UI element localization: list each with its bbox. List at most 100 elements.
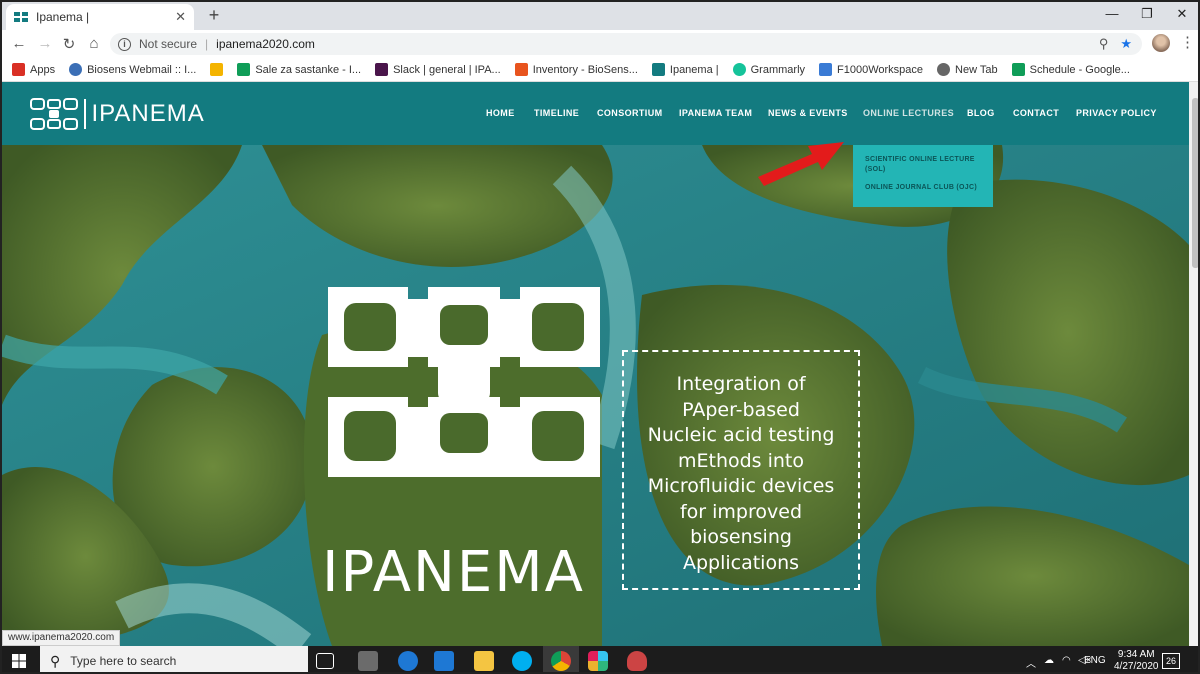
skype-icon[interactable] xyxy=(512,651,532,671)
ipanema-favicon-icon xyxy=(14,12,28,22)
bookmark-item[interactable]: Schedule - Google... xyxy=(1011,63,1130,76)
bookmark-item[interactable]: Biosens Webmail :: I... xyxy=(69,63,196,76)
bookmark-item[interactable] xyxy=(210,63,224,76)
taskbar-search-placeholder: Type here to search xyxy=(70,654,177,668)
search-icon: ⚲ xyxy=(50,652,61,669)
nav-item-news-events[interactable]: NEWS & EVENTS xyxy=(768,108,848,118)
screenshot-frame: Ipanema | ✕ + — ❐ ✕ ← → ↻ ⌂ i Not secure… xyxy=(0,0,1200,674)
mail-icon[interactable] xyxy=(434,651,454,671)
browser-tab[interactable]: Ipanema | ✕ xyxy=(6,4,194,30)
sheets-icon xyxy=(1011,63,1025,76)
nav-item-consortium[interactable]: CONSORTIUM xyxy=(597,108,663,118)
action-center-notification-icon[interactable]: 26 xyxy=(1162,653,1180,669)
bookmark-label: Inventory - BioSens... xyxy=(532,63,638,76)
dropdown-item-ojc[interactable]: ONLINE JOURNAL CLUB (OJC) xyxy=(865,183,981,193)
chrome-icon[interactable] xyxy=(551,651,571,671)
hero-tagline-box: Integration of PAper-based Nucleic acid te… xyxy=(622,350,860,590)
google-drive-icon xyxy=(210,63,224,76)
bookmark-label: F1000Workspace xyxy=(837,63,924,76)
bookmark-label: New Tab xyxy=(955,63,998,76)
zoom-icon[interactable]: ⚲ xyxy=(1099,36,1109,51)
apps-grid-icon xyxy=(12,63,25,76)
nav-item-blog[interactable]: BLOG xyxy=(967,108,995,118)
paint-icon[interactable] xyxy=(627,651,647,671)
nav-item-privacy-policy[interactable]: PRIVACY POLICY xyxy=(1076,108,1157,118)
system-clock[interactable]: 9:34 AM 4/27/2020 xyxy=(1114,649,1159,672)
close-window-button[interactable]: ✕ xyxy=(1172,6,1192,22)
windows-taskbar: ⚲ Type here to search ︿ ☁ ◠ ◁× ENG 9:34 … xyxy=(2,646,1198,672)
maximize-button[interactable]: ❐ xyxy=(1137,6,1157,22)
tagline-line: Nucleic acid testing xyxy=(647,424,835,446)
scrollbar-thumb[interactable] xyxy=(1192,98,1198,268)
bookmark-item[interactable]: Ipanema | xyxy=(651,63,719,76)
profile-avatar[interactable] xyxy=(1152,34,1170,52)
dropdown-item-sol[interactable]: SCIENTIFIC ONLINE LECTURE (SOL) xyxy=(865,155,983,175)
taskbar-search-box[interactable]: ⚲ Type here to search xyxy=(40,646,308,672)
clock-time: 9:34 AM xyxy=(1117,649,1155,660)
webmail-icon xyxy=(69,63,83,76)
bookmark-item[interactable]: Apps xyxy=(12,63,55,76)
security-status: Not secure xyxy=(139,37,198,51)
wifi-icon[interactable]: ◠ xyxy=(1062,655,1071,666)
back-arrow-icon[interactable]: ← xyxy=(10,35,28,52)
show-hidden-icons-icon[interactable]: ︿ xyxy=(1026,655,1036,670)
bookmark-label: Sale za sastanke - I... xyxy=(255,63,362,76)
bookmark-star-icon[interactable]: ★ xyxy=(1120,36,1132,51)
browser-tab-strip: Ipanema | ✕ + — ❐ ✕ xyxy=(2,2,1198,30)
bookmark-label: Slack | general | IPA... xyxy=(393,63,501,76)
reload-icon[interactable]: ↻ xyxy=(60,35,78,53)
tagline-line: for improved xyxy=(679,500,803,523)
bookmark-item[interactable]: Slack | general | IPA... xyxy=(375,63,501,76)
bookmark-item[interactable]: F1000Workspace xyxy=(819,63,923,76)
bookmark-item[interactable]: Sale za sastanke - I... xyxy=(237,63,361,76)
status-bar-url: www.ipanema2020.com xyxy=(2,630,121,646)
page-scrollbar[interactable] xyxy=(1189,82,1198,646)
tagline-line: Applications xyxy=(682,551,800,574)
new-tab-button[interactable]: + xyxy=(204,5,224,26)
hero-section: IPANEMA Integration of PAper-based Nucleic… xyxy=(2,145,1189,646)
bookmark-label: Ipanema | xyxy=(669,63,719,76)
ipanema-small-logo-icon xyxy=(30,98,78,130)
nav-item-online-lectures[interactable]: ONLINE LECTURES xyxy=(863,108,954,118)
forward-arrow-icon[interactable]: → xyxy=(36,35,54,52)
site-header: IPANEMA HOME TIMELINE CONSORTIUM IPANEMA TE… xyxy=(2,82,1189,145)
slack-icon[interactable] xyxy=(588,651,608,671)
address-bar[interactable]: i Not secure | ipanema2020.com ⚲ ★ xyxy=(110,33,1142,55)
info-icon[interactable]: i xyxy=(118,37,131,51)
tagline-line: mEthods into xyxy=(677,449,805,472)
language-indicator[interactable]: ENG xyxy=(1084,655,1106,666)
home-icon[interactable]: ⌂ xyxy=(85,35,103,52)
store-icon[interactable] xyxy=(358,651,378,671)
chrome-menu-icon[interactable]: ⋮ xyxy=(1180,33,1195,51)
bookmark-item[interactable]: Inventory - BioSens... xyxy=(514,63,638,76)
bookmark-item[interactable]: Grammarly xyxy=(732,63,806,76)
site-logo[interactable]: IPANEMA xyxy=(30,98,205,130)
bookmark-item[interactable]: New Tab xyxy=(937,63,998,76)
hero-wordmark: IPANEMA xyxy=(322,540,585,605)
sheets-icon xyxy=(237,63,251,76)
url-text[interactable]: ipanema2020.com xyxy=(216,37,315,51)
online-lectures-dropdown: SCIENTIFIC ONLINE LECTURE (SOL) ONLINE J… xyxy=(853,145,993,207)
web-page: IPANEMA Integration of PAper-based Nucleic… xyxy=(2,82,1189,646)
nav-item-home[interactable]: HOME xyxy=(486,108,515,118)
edge-icon[interactable] xyxy=(398,651,418,671)
bookmark-label: Biosens Webmail :: I... xyxy=(87,63,197,76)
onedrive-cloud-icon[interactable]: ☁ xyxy=(1044,655,1054,666)
slack-icon xyxy=(375,63,389,76)
hero-tagline-text: Integration of PAper-based Nucleic acid te… xyxy=(624,372,858,576)
file-explorer-icon[interactable] xyxy=(474,651,494,671)
tagline-line: PAper-based xyxy=(682,398,800,421)
bookmark-label: Grammarly xyxy=(750,63,806,76)
minimize-button[interactable]: — xyxy=(1102,6,1122,21)
bookmark-label: Apps xyxy=(30,63,56,76)
tagline-line: Integration of xyxy=(676,373,806,395)
tab-close-icon[interactable]: ✕ xyxy=(175,9,186,25)
nav-item-ipanema-team[interactable]: IPANEMA TEAM xyxy=(679,108,752,118)
nav-item-timeline[interactable]: TIMELINE xyxy=(534,108,579,118)
nav-item-contact[interactable]: CONTACT xyxy=(1013,108,1059,118)
task-view-icon[interactable] xyxy=(316,653,334,669)
windows-start-icon[interactable] xyxy=(12,654,26,668)
bookmarks-bar: Apps Biosens Webmail :: I... Sale za sasta… xyxy=(2,58,1198,82)
red-pointer-arrow-icon xyxy=(758,142,844,186)
ipanema-icon xyxy=(651,63,665,76)
